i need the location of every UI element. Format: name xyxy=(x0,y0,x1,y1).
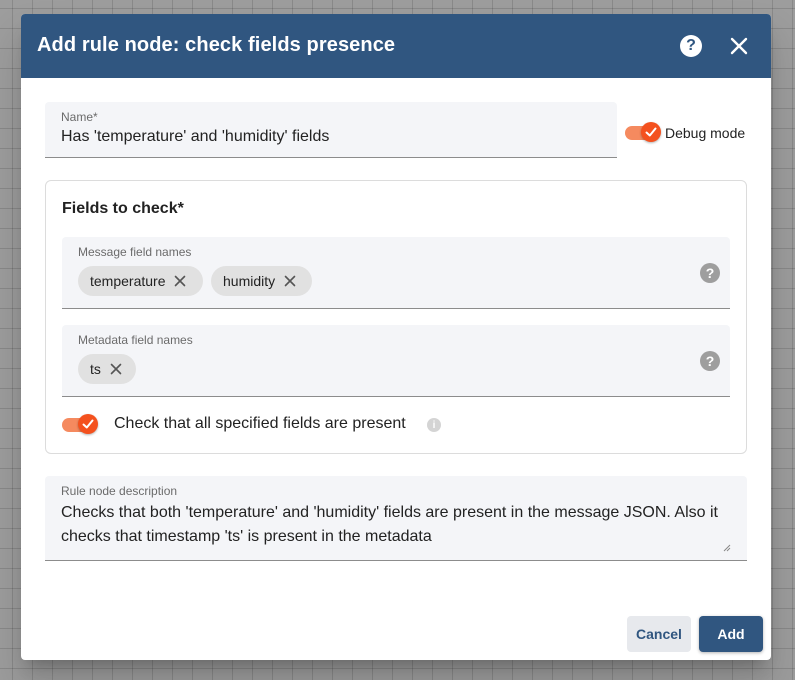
metadata-field-names-label: Metadata field names xyxy=(78,333,193,347)
toggle-thumb xyxy=(78,414,98,434)
debug-mode-label: Debug mode xyxy=(665,125,746,141)
description-value: Checks that both 'temperature' and 'humi… xyxy=(61,504,718,545)
check-icon xyxy=(645,127,657,137)
chip-humidity: humidity xyxy=(211,266,312,296)
rule-node-description-field[interactable]: Rule node description Checks that both '… xyxy=(45,476,747,561)
chip-remove-icon[interactable] xyxy=(110,363,122,375)
description-label: Rule node description xyxy=(61,484,178,498)
chip-label: ts xyxy=(90,361,101,377)
info-icon[interactable]: i xyxy=(427,418,441,432)
chip-temperature: temperature xyxy=(78,266,203,296)
dialog-title: Add rule node: check fields presence xyxy=(37,34,396,56)
name-field-value: Has 'temperature' and 'humidity' fields xyxy=(61,128,330,145)
toggle-thumb xyxy=(641,122,661,142)
name-field-label: Name* xyxy=(61,110,98,124)
help-icon[interactable]: ? xyxy=(680,35,702,57)
fields-to-check-card: Fields to check* Message field names tem… xyxy=(45,180,747,454)
chip-ts: ts xyxy=(78,354,136,384)
message-field-names-label: Message field names xyxy=(78,245,192,259)
message-field-names-input[interactable]: Message field names temperature humidity… xyxy=(62,237,730,309)
metadata-field-names-input[interactable]: Metadata field names ts ? xyxy=(62,325,730,397)
question-circle-icon[interactable]: ? xyxy=(700,263,720,283)
add-rule-node-dialog: Add rule node: check fields presence ? N… xyxy=(21,14,771,660)
check-icon xyxy=(82,419,94,429)
chip-label: temperature xyxy=(90,273,166,289)
question-circle-icon[interactable]: ? xyxy=(700,351,720,371)
check-all-fields-toggle[interactable] xyxy=(62,412,98,434)
cancel-button[interactable]: Cancel xyxy=(627,616,691,652)
name-field[interactable]: Name* Has 'temperature' and 'humidity' f… xyxy=(45,102,617,158)
close-icon[interactable] xyxy=(727,34,751,58)
fields-to-check-title: Fields to check* xyxy=(62,200,184,217)
add-button[interactable]: Add xyxy=(699,616,763,652)
check-all-fields-label: Check that all specified fields are pres… xyxy=(114,415,406,432)
chip-remove-icon[interactable] xyxy=(174,275,186,287)
chip-remove-icon[interactable] xyxy=(284,275,296,287)
resize-handle-icon[interactable] xyxy=(723,544,731,552)
chip-label: humidity xyxy=(223,273,276,289)
debug-mode-toggle[interactable] xyxy=(625,120,661,142)
dialog-header: Add rule node: check fields presence ? xyxy=(21,14,771,78)
